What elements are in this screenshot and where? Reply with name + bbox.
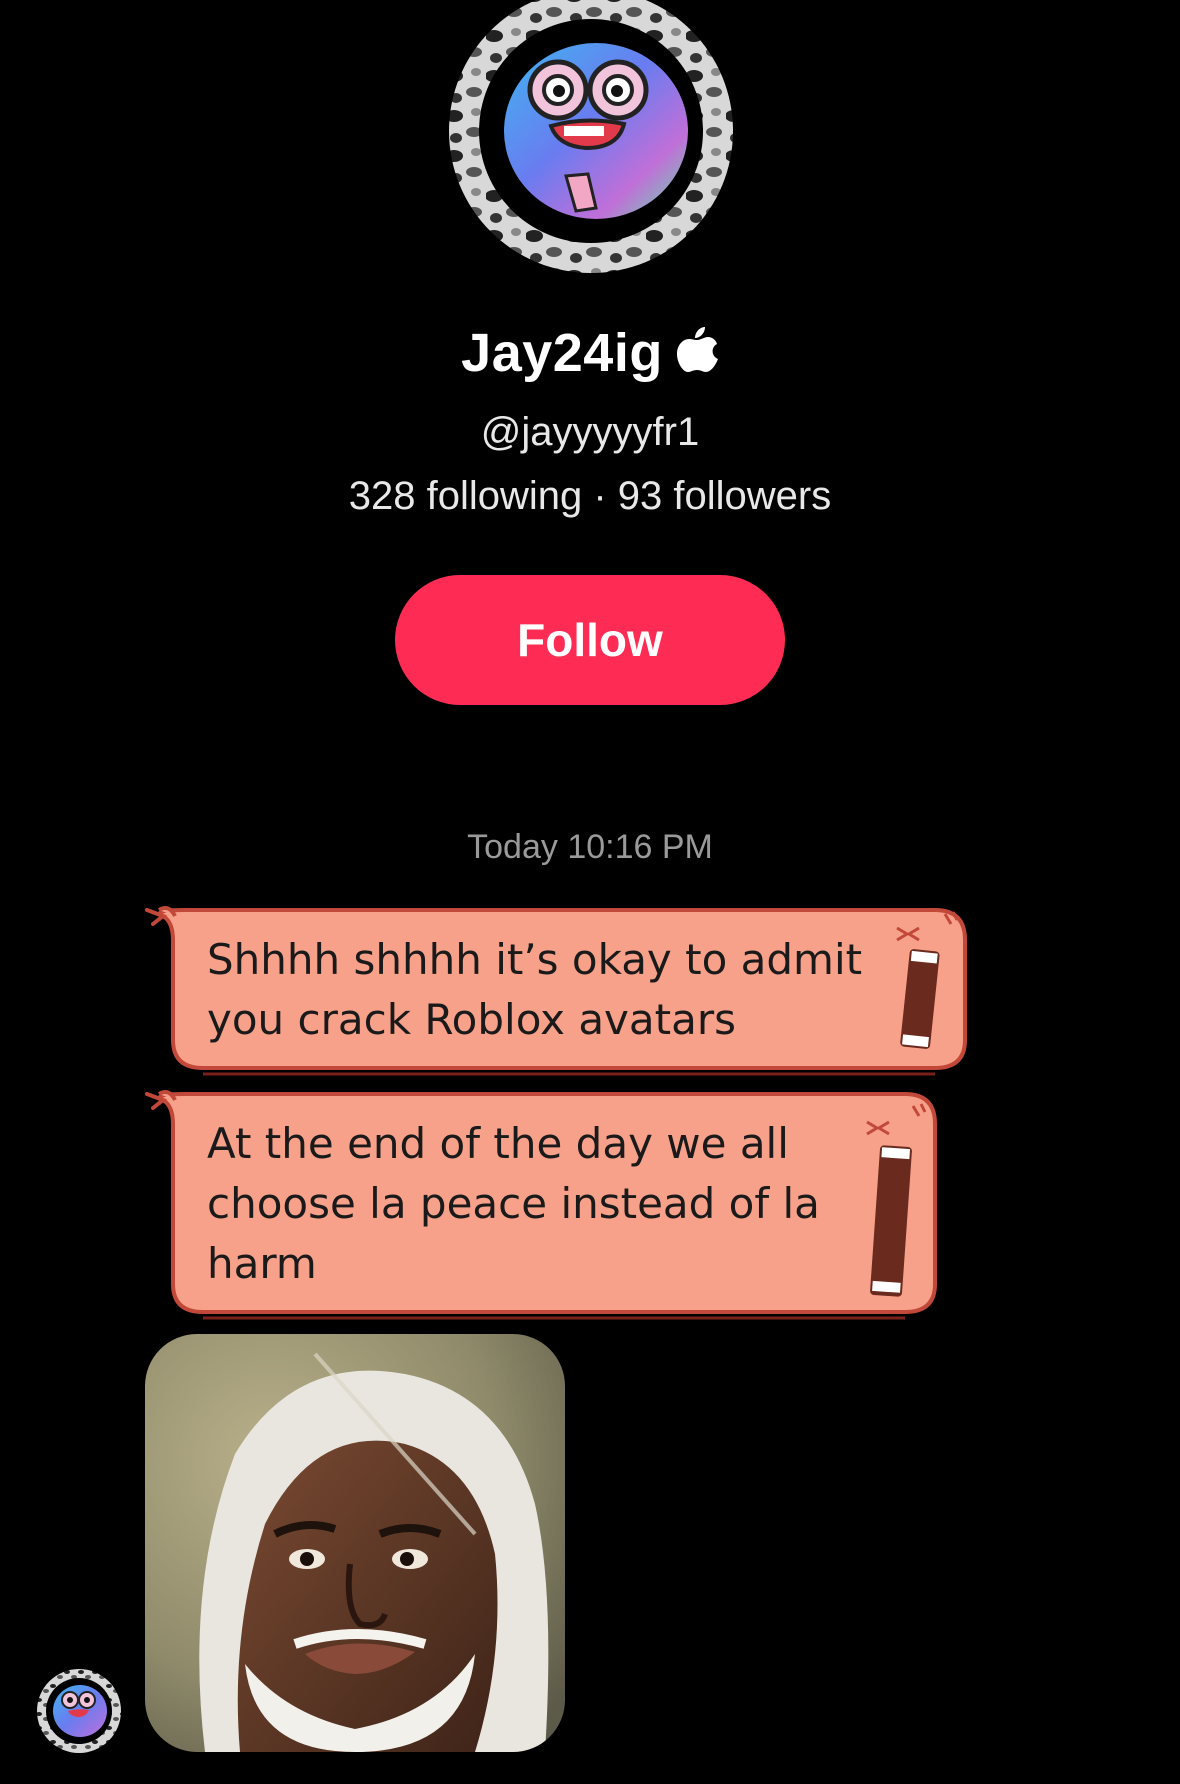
profile-avatar[interactable]: [446, 0, 736, 276]
message-text: Shhhh shhhh it’s okay to admit you crack…: [207, 935, 863, 1044]
follow-button[interactable]: Follow: [395, 575, 785, 705]
meme-image[interactable]: [145, 1334, 565, 1752]
profile-stats[interactable]: 328 following · 93 followers: [0, 474, 1180, 519]
message-timestamp: Today 10:16 PM: [467, 828, 713, 866]
display-name: Jay24ig: [461, 323, 663, 383]
apple-icon: [675, 323, 719, 373]
profile-name-row: Jay24ig: [0, 322, 1180, 384]
message-text: At the end of the day we all choose la p…: [207, 1119, 820, 1288]
profile-handle: @jayyyyyfr1: [480, 410, 700, 454]
sender-avatar[interactable]: [36, 1668, 122, 1754]
message-bubble[interactable]: Shhhh shhhh it’s okay to admit you crack…: [145, 902, 975, 1077]
message-bubble[interactable]: At the end of the day we all choose la p…: [145, 1086, 945, 1321]
